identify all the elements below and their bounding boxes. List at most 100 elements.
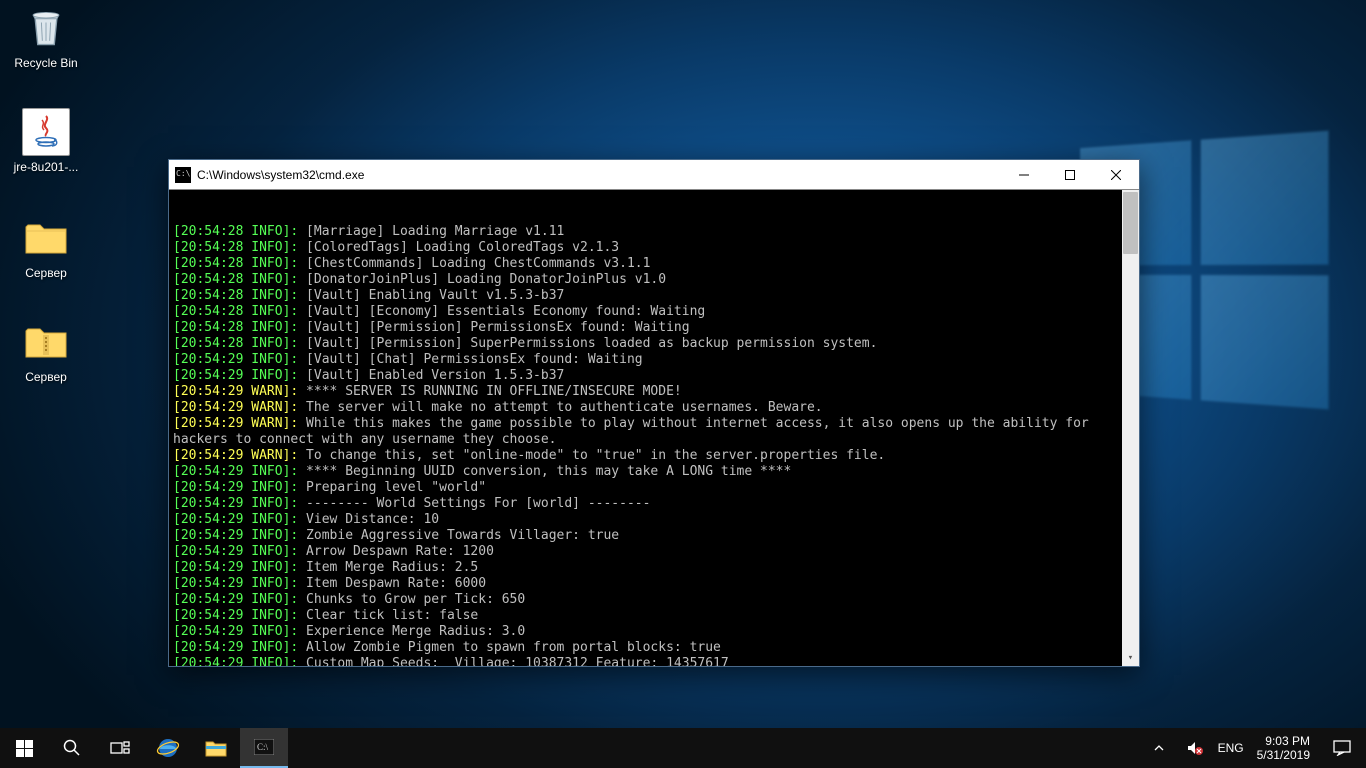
cmd-title-bar[interactable]: C:\Windows\system32\cmd.exe [169, 160, 1139, 190]
log-line: [20:54:29 INFO]: Item Merge Radius: 2.5 [173, 560, 1117, 576]
log-line: [20:54:29 INFO]: Item Despawn Rate: 6000 [173, 576, 1117, 592]
language-indicator[interactable]: ENG [1213, 728, 1249, 768]
log-timestamp: [20:54:29 INFO]: [173, 656, 298, 666]
close-button[interactable] [1093, 160, 1139, 189]
language-text: ENG [1218, 741, 1244, 755]
server-folder-2-label: Сервер [8, 370, 84, 384]
log-text: Clear tick list: false [298, 608, 478, 623]
notification-icon [1333, 740, 1351, 756]
log-timestamp: [20:54:29 INFO]: [173, 592, 298, 607]
log-text: **** Beginning UUID conversion, this may… [298, 464, 791, 479]
cmd-taskbar-icon: C:\ [254, 739, 274, 755]
log-text: Zombie Aggressive Towards Villager: true [298, 528, 619, 543]
server-folder-2[interactable]: Сервер [8, 318, 84, 384]
ie-icon [156, 736, 180, 760]
cmd-output-area[interactable]: [20:54:28 INFO]: [Marriage] Loading Marr… [169, 190, 1139, 666]
log-text: Item Despawn Rate: 6000 [298, 576, 486, 591]
minimize-button[interactable] [1001, 160, 1047, 189]
log-line: [20:54:29 INFO]: Arrow Despawn Rate: 120… [173, 544, 1117, 560]
log-text: The server will make no attempt to authe… [298, 400, 822, 415]
log-text: **** SERVER IS RUNNING IN OFFLINE/INSECU… [298, 384, 682, 399]
zip-folder-icon [24, 323, 68, 361]
log-line: [20:54:29 INFO]: Custom Map Seeds: Villa… [173, 656, 1117, 666]
log-text: [Marriage] Loading Marriage v1.11 [298, 224, 564, 239]
log-line: [20:54:29 WARN]: While this makes the ga… [173, 416, 1117, 448]
log-line: [20:54:29 INFO]: **** Beginning UUID con… [173, 464, 1117, 480]
log-text: [ColoredTags] Loading ColoredTags v2.1.3 [298, 240, 619, 255]
windows-start-icon [16, 740, 33, 757]
log-timestamp: [20:54:28 INFO]: [173, 320, 298, 335]
log-line: [20:54:29 INFO]: Chunks to Grow per Tick… [173, 592, 1117, 608]
log-text: Item Merge Radius: 2.5 [298, 560, 478, 575]
log-text: [Vault] [Permission] SuperPermissions lo… [298, 336, 877, 351]
log-line: [20:54:29 WARN]: To change this, set "on… [173, 448, 1117, 464]
cmd-title-text: C:\Windows\system32\cmd.exe [197, 168, 1001, 182]
search-button[interactable] [48, 728, 96, 768]
log-line: [20:54:29 INFO]: Clear tick list: false [173, 608, 1117, 624]
log-line: [20:54:29 INFO]: [Vault] [Chat] Permissi… [173, 352, 1117, 368]
cmd-scrollbar[interactable]: ▾ [1122, 190, 1139, 666]
log-line: [20:54:28 INFO]: [Vault] [Economy] Essen… [173, 304, 1117, 320]
log-timestamp: [20:54:28 INFO]: [173, 256, 298, 271]
log-line: [20:54:28 INFO]: [DonatorJoinPlus] Loadi… [173, 272, 1117, 288]
server-folder-1[interactable]: Сервер [8, 214, 84, 280]
jre-installer-label: jre-8u201-... [8, 160, 84, 174]
log-line: [20:54:28 INFO]: [ChestCommands] Loading… [173, 256, 1117, 272]
taskbar-clock[interactable]: 9:03 PM 5/31/2019 [1249, 734, 1318, 762]
log-line: [20:54:29 INFO]: Allow Zombie Pigmen to … [173, 640, 1117, 656]
log-timestamp: [20:54:29 INFO]: [173, 528, 298, 543]
log-timestamp: [20:54:29 INFO]: [173, 608, 298, 623]
log-timestamp: [20:54:29 INFO]: [173, 480, 298, 495]
tray-chevron[interactable] [1141, 728, 1177, 768]
log-line: [20:54:28 INFO]: [Vault] [Permission] Su… [173, 336, 1117, 352]
log-text: Allow Zombie Pigmen to spawn from portal… [298, 640, 721, 655]
jre-installer-icon[interactable]: jre-8u201-... [8, 108, 84, 174]
log-timestamp: [20:54:29 INFO]: [173, 576, 298, 591]
log-timestamp: [20:54:29 WARN]: [173, 400, 298, 415]
log-line: [20:54:29 INFO]: -------- World Settings… [173, 496, 1117, 512]
log-line: [20:54:29 WARN]: The server will make no… [173, 400, 1117, 416]
log-text: [Vault] [Economy] Essentials Economy fou… [298, 304, 705, 319]
log-line: [20:54:28 INFO]: [Vault] Enabling Vault … [173, 288, 1117, 304]
chevron-up-icon [1154, 743, 1164, 753]
minimize-icon [1019, 170, 1029, 180]
recycle-bin-label: Recycle Bin [8, 56, 84, 70]
log-line: [20:54:29 INFO]: [Vault] Enabled Version… [173, 368, 1117, 384]
log-text: -------- World Settings For [world] ----… [298, 496, 650, 511]
log-timestamp: [20:54:29 WARN]: [173, 384, 298, 399]
clock-time: 9:03 PM [1257, 734, 1310, 748]
log-timestamp: [20:54:28 INFO]: [173, 240, 298, 255]
log-text: Custom Map Seeds: Village: 10387312 Feat… [298, 656, 728, 666]
cmd-window[interactable]: C:\Windows\system32\cmd.exe [20:54:28 IN… [168, 159, 1140, 667]
start-button[interactable] [0, 728, 48, 768]
taskbar-explorer[interactable] [192, 728, 240, 768]
log-line: [20:54:29 WARN]: **** SERVER IS RUNNING … [173, 384, 1117, 400]
log-timestamp: [20:54:29 INFO]: [173, 496, 298, 511]
trash-icon [24, 6, 68, 50]
task-view-button[interactable] [96, 728, 144, 768]
log-timestamp: [20:54:29 INFO]: [173, 624, 298, 639]
java-icon [22, 108, 70, 156]
log-timestamp: [20:54:29 WARN]: [173, 416, 298, 431]
log-text: While this makes the game possible to pl… [173, 416, 1097, 447]
task-view-icon [110, 740, 130, 756]
recycle-bin-icon[interactable]: Recycle Bin [8, 4, 84, 70]
scrollbar-thumb[interactable] [1123, 192, 1138, 254]
scrollbar-down-arrow[interactable]: ▾ [1122, 649, 1139, 666]
maximize-icon [1065, 170, 1075, 180]
cmd-title-icon [175, 167, 191, 183]
maximize-button[interactable] [1047, 160, 1093, 189]
log-timestamp: [20:54:29 INFO]: [173, 512, 298, 527]
log-text: [ChestCommands] Loading ChestCommands v3… [298, 256, 650, 271]
taskbar-cmd[interactable]: C:\ [240, 728, 288, 768]
tray-volume[interactable] [1177, 728, 1213, 768]
volume-icon [1187, 741, 1203, 755]
log-line: [20:54:29 INFO]: View Distance: 10 [173, 512, 1117, 528]
action-center-button[interactable] [1318, 728, 1366, 768]
log-timestamp: [20:54:29 INFO]: [173, 352, 298, 367]
taskbar-ie[interactable] [144, 728, 192, 768]
log-text: [Vault] Enabling Vault v1.5.3-b37 [298, 288, 564, 303]
log-timestamp: [20:54:29 INFO]: [173, 560, 298, 575]
log-line: [20:54:28 INFO]: [Vault] [Permission] Pe… [173, 320, 1117, 336]
log-text: Experience Merge Radius: 3.0 [298, 624, 525, 639]
